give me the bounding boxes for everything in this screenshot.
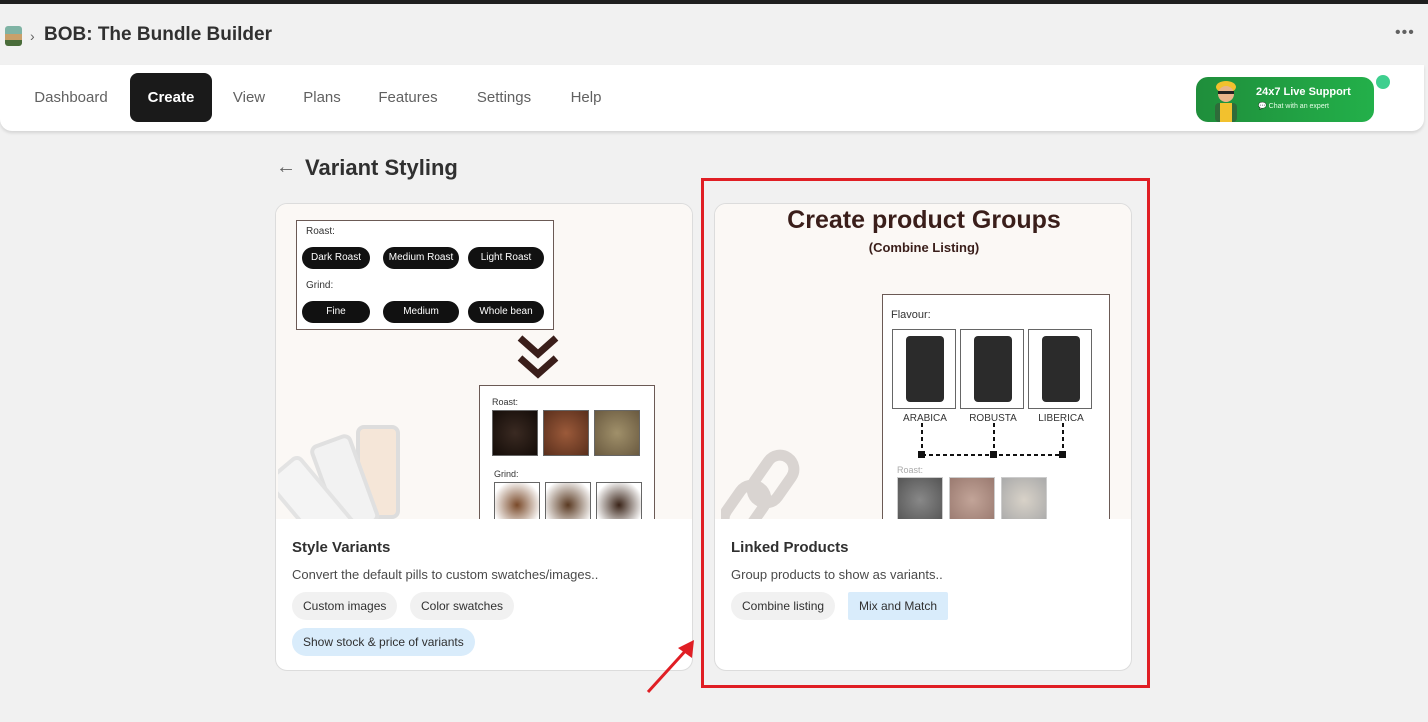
tag-show-stock-price: Show stock & price of variants (292, 628, 475, 656)
nav-plans[interactable]: Plans (290, 73, 354, 122)
chevron-right-icon: › (30, 28, 35, 44)
swatch-fan-icon (278, 425, 400, 519)
style-variants-card[interactable]: Roast: Dark Roast Medium Roast Light Roa… (275, 203, 693, 671)
fine-grind-swatch (494, 482, 540, 519)
nav-help[interactable]: Help (558, 73, 614, 122)
medium-roast-swatch (543, 410, 589, 456)
double-chevron-down-icon (517, 335, 559, 379)
nav-dashboard[interactable]: Dashboard (20, 73, 122, 122)
tag-color-swatches: Color swatches (410, 592, 515, 620)
nav-features[interactable]: Features (366, 73, 450, 122)
annotation-arrow-icon (646, 640, 694, 694)
support-subtitle-text: Chat with an expert (1268, 103, 1329, 110)
online-status-dot (1376, 75, 1390, 89)
nav-view[interactable]: View (220, 73, 278, 122)
card-title: Style Variants (292, 539, 391, 556)
app-logo-icon (5, 26, 22, 46)
pill-light-roast: Light Roast (468, 247, 544, 269)
pill-fine: Fine (302, 301, 370, 323)
app-title: BOB: The Bundle Builder (44, 24, 272, 45)
swatch-options-frame: Roast: Grind: (479, 385, 655, 519)
pill-medium-roast: Medium Roast (383, 247, 459, 269)
tag-custom-images: Custom images (292, 592, 398, 620)
title-bar: › BOB: The Bundle Builder ••• (0, 4, 1428, 64)
support-title: 24x7 Live Support (1256, 86, 1351, 98)
page-title: Variant Styling (305, 155, 458, 180)
support-agent-icon (1215, 81, 1237, 122)
pill-whole-bean: Whole bean (468, 301, 544, 323)
arrow-left-icon[interactable]: ← (276, 156, 296, 179)
medium-grind-swatch (545, 482, 591, 519)
highlight-box (701, 178, 1150, 688)
pill-options-frame: Roast: Dark Roast Medium Roast Light Roa… (296, 220, 554, 330)
chat-bubble-icon: 💬 (1258, 103, 1269, 110)
whole-bean-swatch (596, 482, 642, 519)
dark-roast-swatch (492, 410, 538, 456)
style-variants-illustration: Roast: Dark Roast Medium Roast Light Roa… (276, 204, 692, 519)
card-description: Convert the default pills to custom swat… (292, 567, 599, 582)
light-roast-swatch (594, 410, 640, 456)
pill-medium: Medium (383, 301, 459, 323)
live-support-button[interactable]: 24x7 Live Support 💬 Chat with an expert (1196, 77, 1374, 122)
lower-roast-label: Roast: (492, 397, 519, 407)
pill-dark-roast: Dark Roast (302, 247, 370, 269)
more-options-icon[interactable]: ••• (1395, 24, 1415, 42)
lower-grind-label: Grind: (494, 469, 519, 479)
support-subtitle: 💬 Chat with an expert (1258, 102, 1329, 110)
nav-create[interactable]: Create (130, 73, 212, 122)
grind-label: Grind: (306, 280, 334, 291)
nav-settings[interactable]: Settings (462, 73, 546, 122)
roast-label: Roast: (306, 226, 335, 237)
